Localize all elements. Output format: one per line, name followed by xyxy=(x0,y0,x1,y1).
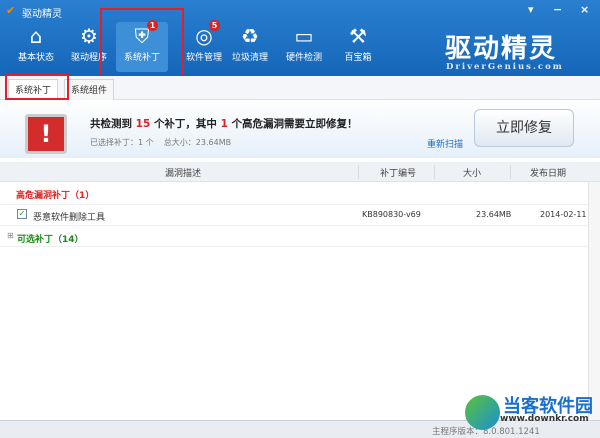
tool-label: 软件管理 xyxy=(185,53,222,63)
menu-button[interactable]: ▾ xyxy=(528,3,534,16)
close-button[interactable]: × xyxy=(580,3,589,16)
tool-label: 垃圾清理 xyxy=(231,53,268,63)
header-bar: ✔ 驱动精灵 ▾ − × ⌂ 基本状态 ⚙ 驱动程序 1 ⛨ 系统补丁 5 ◎ 软件管理 ♻… xyxy=(0,0,600,76)
recycle-bin-icon: ♻ xyxy=(241,24,259,48)
row-size: 23.64MB xyxy=(476,210,512,219)
row-checkbox[interactable]: ✓ xyxy=(17,209,27,219)
minimize-button[interactable]: − xyxy=(553,3,562,16)
col-patch-id[interactable]: 补丁编号 xyxy=(380,166,416,179)
group-label: 可选补丁（14） xyxy=(17,235,84,245)
divider xyxy=(358,165,359,179)
table-header: 漏洞描述 补丁编号 大小 发布日期 xyxy=(0,162,600,182)
table-row[interactable]: ✓ 恶意软件删除工具 KB890830-v69 23.64MB 2014-02-… xyxy=(0,206,588,226)
brand-site: DriverGenius.com xyxy=(446,62,564,72)
tool-label: 百宝箱 xyxy=(344,53,372,63)
warning-icon: ! xyxy=(25,114,67,154)
home-icon: ⌂ xyxy=(29,24,43,48)
brand-logo: 驱动精灵 xyxy=(445,34,558,64)
expand-icon[interactable]: ⊞ xyxy=(7,231,14,240)
tool-toolbox[interactable]: ⚒ 百宝箱 xyxy=(332,22,384,72)
selection-info: 已选择补丁：1 个 总大小：23.64MB xyxy=(90,138,232,147)
window-title: 驱动精灵 xyxy=(22,9,62,20)
group-high-risk[interactable]: 高危漏洞补丁（1） xyxy=(0,183,588,205)
disc-icon: ◎ xyxy=(195,24,213,48)
fix-now-button[interactable]: 立即修复 xyxy=(474,109,574,147)
watermark-logo-icon xyxy=(465,395,500,430)
highlight-box xyxy=(100,8,184,79)
monitor-icon: ▭ xyxy=(294,24,314,48)
tool-hardware[interactable]: ▭ 硬件检测 xyxy=(278,22,330,72)
group-optional[interactable]: ⊞ 可选补丁（14） xyxy=(0,227,588,247)
tools-icon: ⚒ xyxy=(349,24,367,48)
col-size[interactable]: 大小 xyxy=(463,166,481,179)
badge: 5 xyxy=(209,20,220,31)
scan-summary: ! 共检测到 15 个补丁，其中 1 个高危漏洞需要立即修复！ 已选择补丁：1 … xyxy=(0,100,600,158)
tool-basic-status[interactable]: ⌂ 基本状态 xyxy=(10,22,62,72)
row-date: 2014-02-11 xyxy=(540,210,587,219)
row-patch-id: KB890830-v69 xyxy=(362,210,421,219)
highlight-box xyxy=(5,74,69,100)
tab-strip: 系统补丁 系统组件 xyxy=(0,76,600,100)
row-name: 恶意软件删除工具 xyxy=(33,213,106,223)
rescan-link[interactable]: 重新扫描 xyxy=(427,137,463,150)
tool-software[interactable]: 5 ◎ 软件管理 xyxy=(178,20,230,72)
divider xyxy=(434,165,435,179)
summary-message: 共检测到 15 个补丁，其中 1 个高危漏洞需要立即修复！ xyxy=(90,118,358,130)
watermark-url: www.downkr.com xyxy=(500,414,589,424)
scrollbar[interactable] xyxy=(588,182,600,420)
tool-label: 硬件检测 xyxy=(285,53,322,63)
tab-system-components[interactable]: 系统组件 xyxy=(64,79,115,100)
divider xyxy=(510,165,511,179)
tool-cleanup[interactable]: ♻ 垃圾清理 xyxy=(224,22,276,72)
col-description[interactable]: 漏洞描述 xyxy=(165,166,201,179)
group-label: 高危漏洞补丁（1） xyxy=(16,191,95,201)
app-logo-icon: ✔ xyxy=(6,4,16,17)
col-date[interactable]: 发布日期 xyxy=(530,166,566,179)
tool-label: 基本状态 xyxy=(17,53,54,63)
